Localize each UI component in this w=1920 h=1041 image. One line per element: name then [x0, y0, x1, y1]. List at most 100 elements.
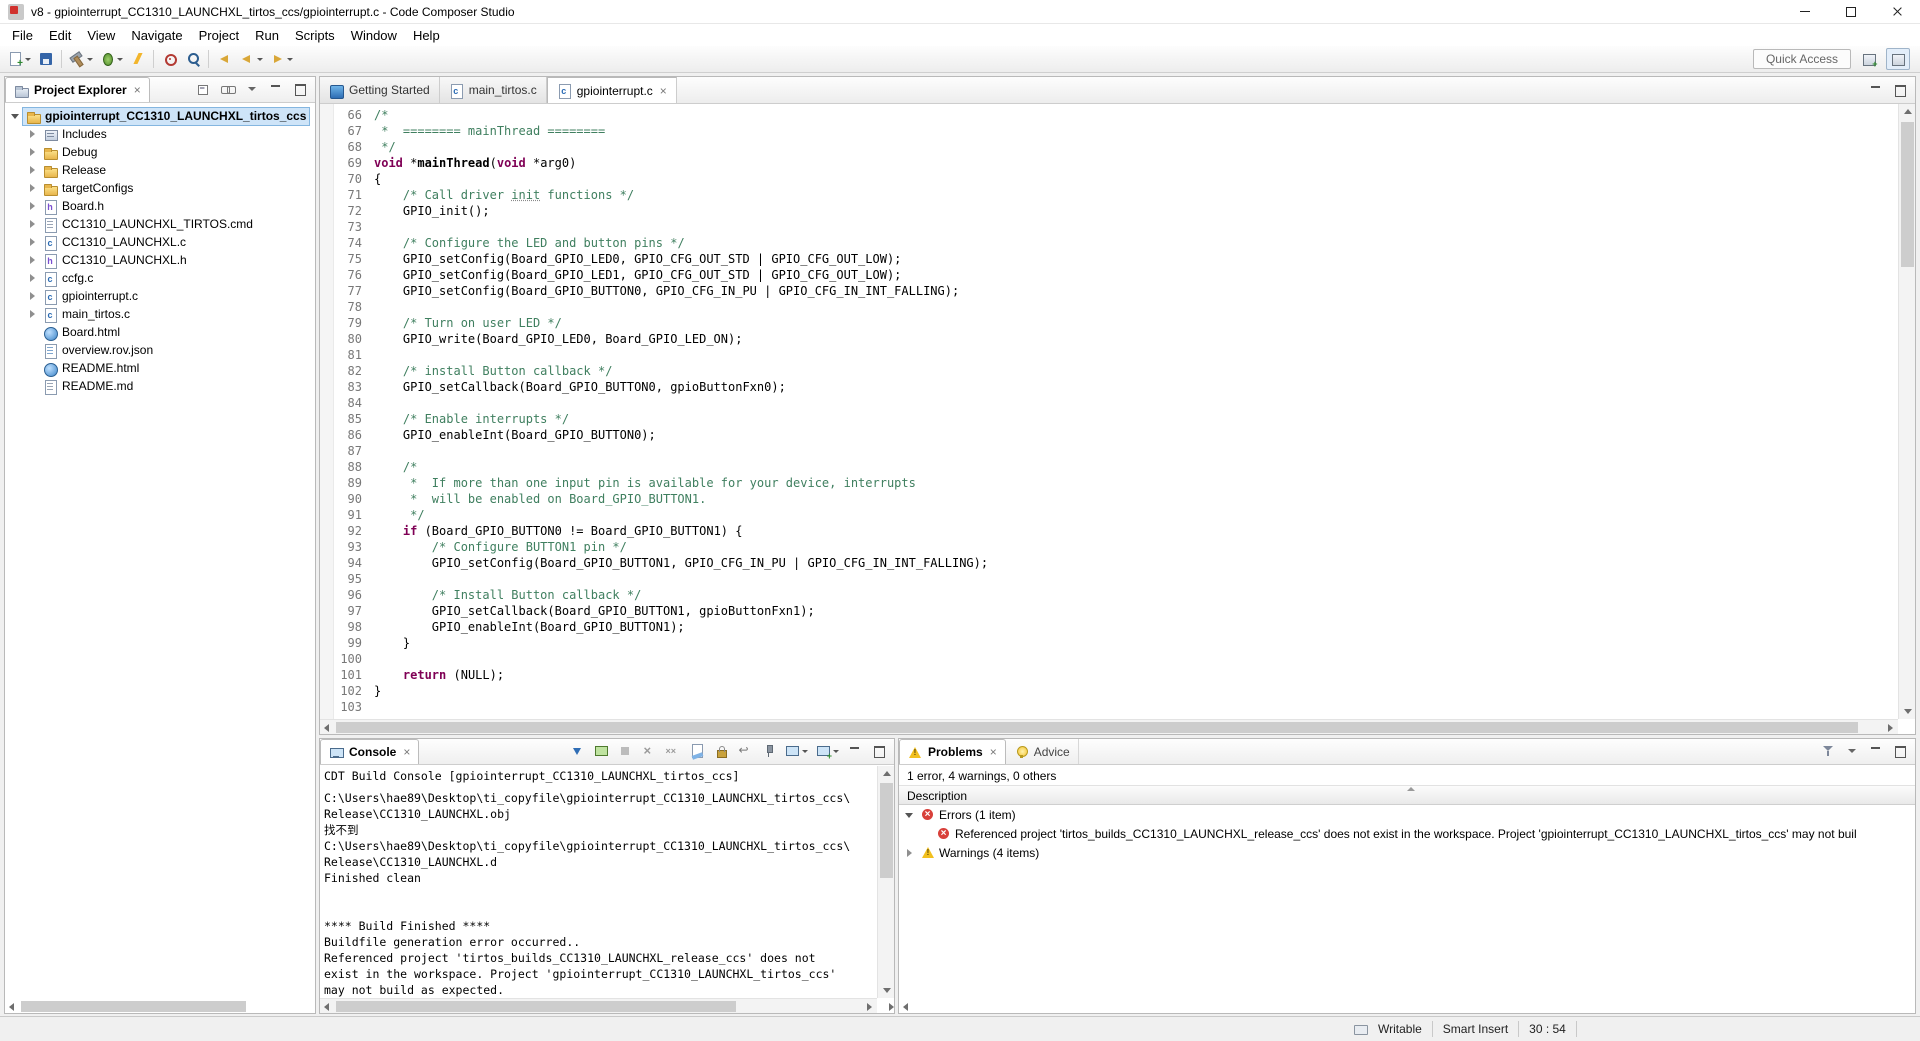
last-edit-location-button[interactable] — [213, 48, 236, 70]
terminate-button[interactable] — [613, 740, 636, 762]
tree-item-readme-html[interactable]: README.html — [5, 359, 315, 377]
open-perspective-button[interactable] — [1857, 48, 1880, 70]
save-button[interactable] — [34, 48, 57, 70]
tree-item-gpiointerrupt-cc1310-launchxl-tirtos-ccs[interactable]: gpiointerrupt_CC1310_LAUNCHXL_tirtos_ccs — [5, 107, 315, 125]
minimize-view-button[interactable] — [1864, 740, 1887, 762]
editor-hscroll-thumb[interactable] — [336, 722, 1858, 733]
view-menu-button[interactable] — [240, 78, 263, 100]
tree-item-includes[interactable]: Includes — [5, 125, 315, 143]
editor-hscrollbar[interactable] — [320, 719, 1898, 734]
tree-item-cc1310-launchxl-c[interactable]: CC1310_LAUNCHXL.c — [5, 233, 315, 251]
tree-item-main-tirtos-c[interactable]: main_tirtos.c — [5, 305, 315, 323]
build-button[interactable] — [66, 48, 96, 70]
debug-button[interactable] — [96, 48, 126, 70]
console-vscrollbar[interactable] — [877, 766, 894, 998]
filter-button[interactable] — [1816, 740, 1839, 762]
description-column-header[interactable]: Description — [899, 785, 1915, 805]
hscroll-thumb[interactable] — [21, 1001, 246, 1012]
editor-vscroll-thumb[interactable] — [1901, 122, 1914, 267]
flash-button[interactable] — [126, 48, 149, 70]
open-console-button[interactable] — [812, 740, 842, 762]
ccs-edit-perspective-button[interactable] — [1886, 48, 1910, 70]
pin-console-button[interactable] — [757, 740, 780, 762]
collapsed-arrow-icon[interactable] — [28, 201, 38, 211]
close-tab-icon[interactable]: × — [660, 84, 667, 98]
collapsed-arrow-icon[interactable] — [28, 147, 38, 157]
tree-item-debug[interactable]: Debug — [5, 143, 315, 161]
scroll-right-arrow[interactable] — [862, 999, 877, 1014]
close-view-icon[interactable]: × — [134, 83, 141, 97]
menu-run[interactable]: Run — [247, 26, 287, 45]
clear-console-button[interactable] — [685, 740, 708, 762]
tree-item-overview-rov-json[interactable]: overview.rov.json — [5, 341, 315, 359]
close-view-icon[interactable]: × — [990, 745, 997, 759]
close-view-icon[interactable]: × — [403, 745, 410, 759]
expanded-arrow-icon[interactable] — [11, 111, 21, 121]
remove-launch-button[interactable] — [637, 740, 660, 762]
problems-row[interactable]: Referenced project 'tirtos_builds_CC1310… — [899, 824, 1915, 843]
new-button[interactable] — [4, 48, 34, 70]
scroll-down-arrow[interactable] — [879, 983, 894, 998]
view-tab-console[interactable]: Console× — [320, 739, 419, 764]
scroll-right-arrow[interactable] — [0, 999, 5, 1014]
menu-project[interactable]: Project — [191, 26, 247, 45]
expanded-arrow-icon[interactable] — [905, 810, 915, 820]
menu-view[interactable]: View — [79, 26, 123, 45]
new-target-configuration-button[interactable] — [158, 48, 181, 70]
search-button[interactable] — [181, 48, 204, 70]
tree-item-targetconfigs[interactable]: targetConfigs — [5, 179, 315, 197]
minimize-window-button[interactable] — [1782, 0, 1828, 23]
menu-help[interactable]: Help — [405, 26, 448, 45]
minimize-view-button[interactable] — [843, 740, 866, 762]
tree-item-gpiointerrupt-c[interactable]: gpiointerrupt.c — [5, 287, 315, 305]
collapsed-arrow-icon[interactable] — [28, 309, 38, 319]
collapsed-arrow-icon[interactable] — [28, 129, 38, 139]
maximize-view-button[interactable] — [867, 740, 890, 762]
maximize-editor-button[interactable] — [1888, 79, 1911, 101]
console-vscroll-thumb[interactable] — [880, 783, 893, 878]
collapsed-arrow-icon[interactable] — [28, 255, 38, 265]
scroll-up-arrow[interactable] — [879, 766, 894, 781]
quick-access-button[interactable]: Quick Access — [1753, 49, 1851, 69]
collapsed-arrow-icon[interactable] — [28, 165, 38, 175]
tree-item-cc1310-launchxl-tirtos-cmd[interactable]: CC1310_LAUNCHXL_TIRTOS.cmd — [5, 215, 315, 233]
forward-button[interactable] — [266, 48, 296, 70]
editor-tab-gpiointerrupt-c[interactable]: gpiointerrupt.c× — [547, 77, 677, 103]
maximize-window-button[interactable] — [1828, 0, 1874, 23]
menu-window[interactable]: Window — [343, 26, 405, 45]
remove-all-launches-button[interactable] — [661, 740, 684, 762]
code-editor[interactable]: 66/*67 * ======== mainThread ========68 … — [320, 104, 1915, 734]
menu-edit[interactable]: Edit — [41, 26, 79, 45]
link-with-editor-button[interactable] — [216, 78, 239, 100]
scroll-left-arrow[interactable] — [320, 999, 335, 1014]
scroll-left-arrow[interactable] — [5, 999, 20, 1014]
console-hscroll-thumb[interactable] — [336, 1001, 736, 1012]
view-tab-advice[interactable]: Advice — [1006, 739, 1079, 764]
collapsed-arrow-icon[interactable] — [28, 273, 38, 283]
editor-tab-getting-started[interactable]: Getting Started — [320, 77, 440, 103]
scroll-left-arrow[interactable] — [320, 720, 335, 735]
editor-vscrollbar[interactable] — [1898, 104, 1915, 719]
tree-item-ccfg-c[interactable]: ccfg.c — [5, 269, 315, 287]
maximize-view-button[interactable] — [1888, 740, 1911, 762]
collapse-all-button[interactable] — [192, 78, 215, 100]
menu-file[interactable]: File — [4, 26, 41, 45]
close-window-button[interactable] — [1874, 0, 1920, 23]
problems-row[interactable]: Errors (1 item) — [899, 805, 1915, 824]
menu-navigate[interactable]: Navigate — [123, 26, 190, 45]
console-hscrollbar[interactable] — [320, 998, 877, 1013]
maximize-view-button[interactable] — [288, 78, 311, 100]
scroll-up-arrow[interactable] — [1900, 104, 1915, 119]
collapsed-arrow-icon[interactable] — [905, 848, 915, 858]
tree-item-cc1310-launchxl-h[interactable]: CC1310_LAUNCHXL.h — [5, 251, 315, 269]
view-tab-problems[interactable]: Problems× — [899, 739, 1006, 764]
view-menu-button[interactable] — [1840, 740, 1863, 762]
scroll-to-bottom-button[interactable] — [565, 740, 588, 762]
problems-row[interactable]: Warnings (4 items) — [899, 843, 1915, 862]
back-button[interactable] — [236, 48, 266, 70]
collapsed-arrow-icon[interactable] — [28, 291, 38, 301]
code-content[interactable]: 66/*67 * ======== mainThread ========68 … — [334, 107, 1898, 719]
show-console-on-output-button[interactable] — [589, 740, 612, 762]
collapsed-arrow-icon[interactable] — [28, 219, 38, 229]
display-selected-console-button[interactable] — [781, 740, 811, 762]
